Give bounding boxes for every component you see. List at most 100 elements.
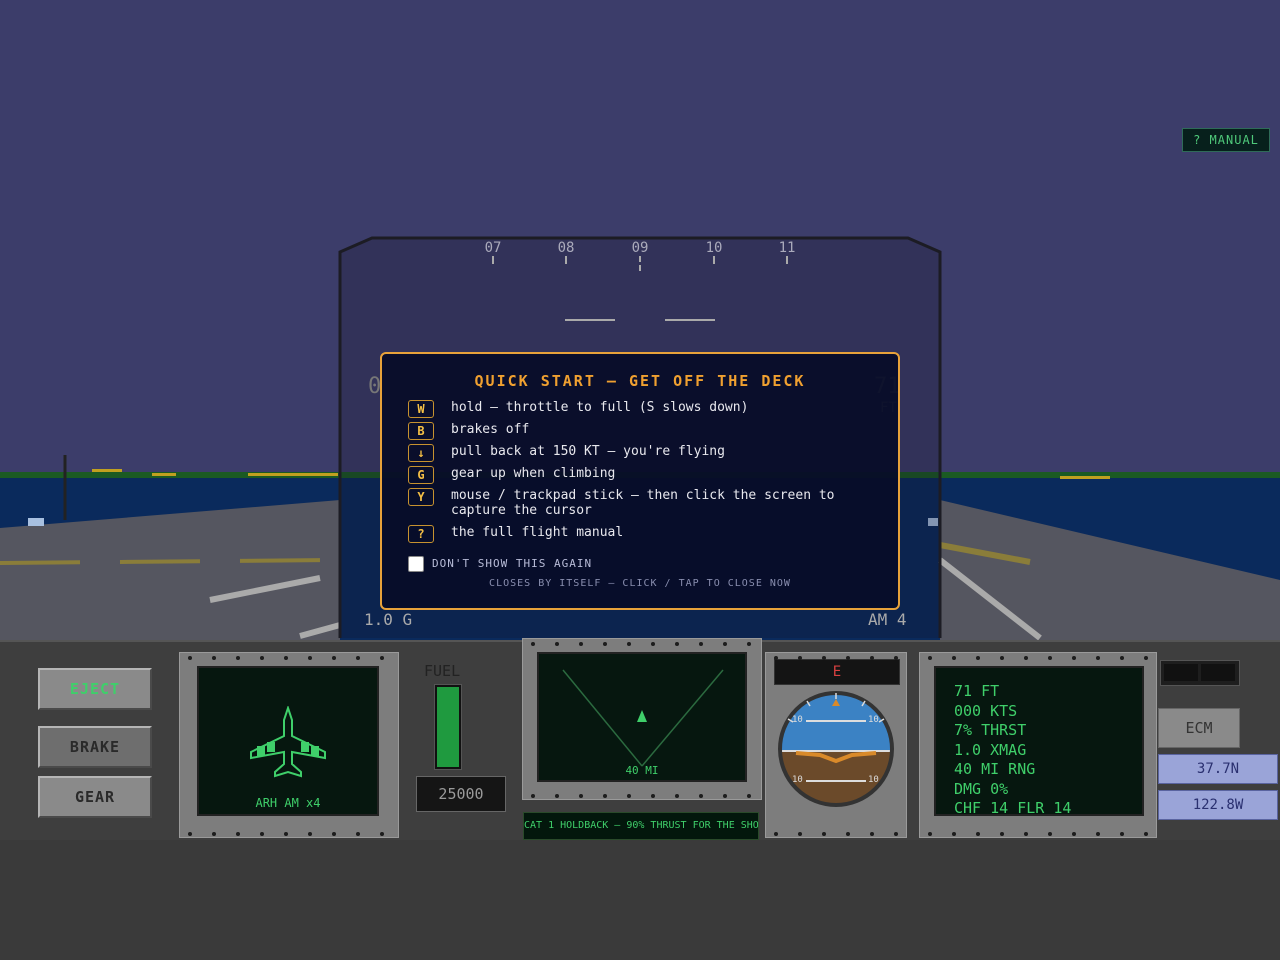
rivet xyxy=(1048,656,1052,660)
rivet xyxy=(952,832,956,836)
key-question-badge: ? xyxy=(408,525,434,543)
instrument-panel: EJECT BRAKE GEAR ARH AM x4 FUEL 25000 40… xyxy=(0,638,1280,842)
rivet xyxy=(952,656,956,660)
quick-start-item-text: pull back at 150 KT — you're flying xyxy=(451,444,725,459)
status-display: 71 FT 000 KTS 7% THRST 1.0 XMAG 40 MI RN… xyxy=(934,666,1144,819)
rivet xyxy=(1120,832,1124,836)
rivet xyxy=(1096,832,1100,836)
key-y-badge: Y xyxy=(408,488,434,506)
rivet xyxy=(1144,832,1148,836)
rivet xyxy=(603,794,607,798)
radar-display: 40 MI xyxy=(537,652,747,782)
rivet xyxy=(1000,656,1004,660)
status-altitude: 71 FT xyxy=(954,682,1000,700)
rivet xyxy=(380,656,384,660)
key-down-arrow-badge: ↓ xyxy=(408,444,434,462)
weapons-display: ARH AM x4 xyxy=(197,666,379,816)
rivet xyxy=(928,656,932,660)
pitch-label: 10 xyxy=(792,715,803,725)
rivet xyxy=(1048,832,1052,836)
compass-readout: E xyxy=(774,659,900,685)
pitch-label: 10 xyxy=(868,775,879,785)
key-g-badge: G xyxy=(408,466,434,484)
key-b-badge: B xyxy=(408,422,434,440)
cockpit-view[interactable]: 07 08 09 10 11 0 71 FT 1.0 G AM 4 ? MANU… xyxy=(0,0,1280,640)
rivet xyxy=(1000,832,1004,836)
quick-start-title: QUICK START — GET OFF THE DECK xyxy=(474,372,806,390)
rivet xyxy=(332,656,336,660)
rivet xyxy=(723,642,727,646)
quick-start-item-text: mouse / trackpad stick — then click the … xyxy=(451,488,835,518)
longitude-readout: 122.8W xyxy=(1158,790,1278,820)
status-lines: 71 FT 000 KTS 7% THRST 1.0 XMAG 40 MI RN… xyxy=(954,682,1071,819)
rivet xyxy=(627,794,631,798)
rivet xyxy=(212,832,216,836)
ecm-button[interactable]: ECM xyxy=(1158,708,1240,748)
rivet xyxy=(236,656,240,660)
rivet xyxy=(846,656,850,660)
rivet xyxy=(651,642,655,646)
rivet xyxy=(356,832,360,836)
manual-button[interactable]: ? MANUAL xyxy=(1182,128,1270,152)
rivet xyxy=(846,832,850,836)
gear-button[interactable]: GEAR xyxy=(38,776,152,818)
rivet xyxy=(603,642,607,646)
rivet xyxy=(188,832,192,836)
dont-show-again-checkbox[interactable] xyxy=(408,556,424,572)
rivet xyxy=(699,642,703,646)
rivet xyxy=(284,832,288,836)
fuel-label: FUEL xyxy=(424,662,461,680)
rivet xyxy=(675,642,679,646)
rivet xyxy=(894,832,898,836)
rivet xyxy=(774,832,778,836)
rivet xyxy=(699,794,703,798)
rivet xyxy=(579,794,583,798)
rivet xyxy=(356,656,360,660)
dont-show-again-label[interactable]: DON'T SHOW THIS AGAIN xyxy=(432,557,592,570)
rivet xyxy=(627,642,631,646)
brake-button[interactable]: BRAKE xyxy=(38,726,152,768)
rivet xyxy=(308,656,312,660)
rivet xyxy=(747,642,751,646)
rivet xyxy=(976,656,980,660)
rivet xyxy=(531,794,535,798)
quick-start-item-text: gear up when climbing xyxy=(451,466,616,481)
rivet xyxy=(579,642,583,646)
warning-lights xyxy=(1160,660,1240,686)
rivet xyxy=(212,656,216,660)
key-w-badge: W xyxy=(408,400,434,418)
status-countermeasures: CHF 14 FLR 14 xyxy=(954,799,1072,817)
rivet xyxy=(1144,656,1148,660)
hud-heading-tick: 10 xyxy=(705,240,723,256)
fuel-readout: 25000 xyxy=(416,776,506,812)
attitude-bezel: E 10 10 10 10 xyxy=(765,652,907,838)
hud-heading-tick: 11 xyxy=(778,240,796,256)
quick-start-dialog[interactable]: QUICK START — GET OFF THE DECK W hold — … xyxy=(380,352,900,610)
eject-button[interactable]: EJECT xyxy=(38,668,152,710)
radar-bezel: 40 MI xyxy=(522,638,762,800)
attitude-indicator xyxy=(778,691,894,807)
status-damage: DMG 0% xyxy=(954,779,1009,798)
status-bezel: 71 FT 000 KTS 7% THRST 1.0 XMAG 40 MI RN… xyxy=(919,652,1157,838)
hud-heading-tick: 08 xyxy=(557,240,575,256)
radar-range: 40 MI xyxy=(625,764,659,777)
pitch-label: 10 xyxy=(792,775,803,785)
rivet xyxy=(675,794,679,798)
status-range: 40 MI RNG xyxy=(954,760,1036,778)
rivet xyxy=(798,832,802,836)
rivet xyxy=(260,832,264,836)
rivet xyxy=(380,832,384,836)
hud-g-load: 1.0 G xyxy=(364,610,413,629)
rivet xyxy=(747,794,751,798)
hud-missile-count: AM 4 xyxy=(868,610,907,629)
rivet xyxy=(894,656,898,660)
weapons-label: ARH AM x4 xyxy=(255,796,321,810)
rivet xyxy=(1120,656,1124,660)
rivet xyxy=(1096,656,1100,660)
radar-scope xyxy=(562,669,724,767)
rivet xyxy=(822,656,826,660)
status-mag: 1.0 XMAG xyxy=(954,740,1027,759)
cockpit-floor xyxy=(0,840,1280,960)
latitude-readout: 37.7N xyxy=(1158,754,1278,784)
rivet xyxy=(531,642,535,646)
